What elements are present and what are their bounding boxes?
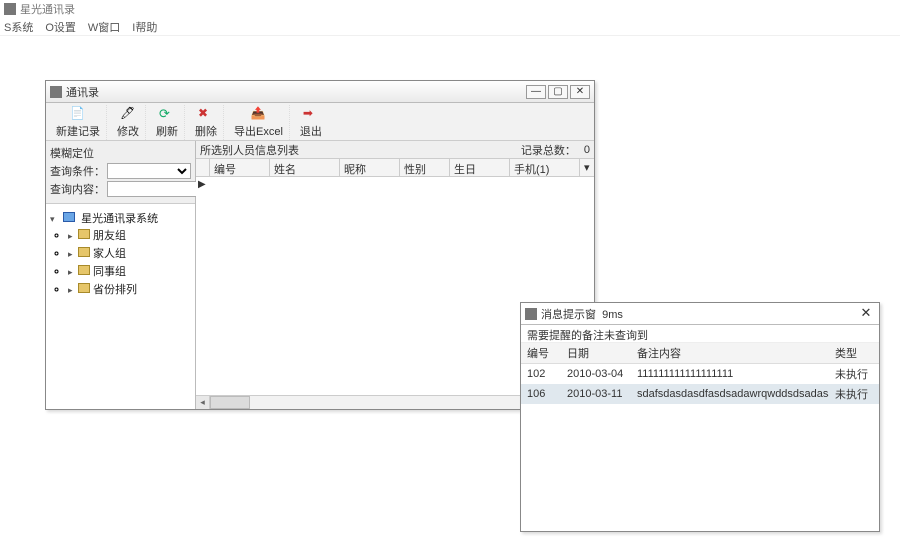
tree-node-family[interactable]: ▸家人组 — [68, 244, 191, 262]
contacts-titlebar[interactable]: 通讯录 — ▢ ✕ — [46, 81, 594, 103]
popup-latency: 9ms — [602, 309, 623, 321]
grid-count-value: 0 — [584, 144, 590, 156]
col-phone[interactable]: 手机(1) — [510, 159, 580, 176]
tree-node-friends[interactable]: ▸朋友组 — [68, 226, 191, 244]
grid-row-pointer-icon: ▶ — [198, 179, 206, 190]
chevron-right-icon[interactable]: ▸ — [68, 231, 78, 242]
popup-subtitle: 需要提醒的备注未查询到 — [521, 325, 879, 343]
refresh-button[interactable]: 刷新 — [150, 105, 185, 140]
popup-col-note[interactable]: 备注内容 — [631, 343, 829, 364]
delete-icon — [198, 106, 214, 122]
refresh-icon — [159, 106, 175, 122]
col-id[interactable]: 编号 — [210, 159, 270, 176]
tree-view[interactable]: ▾ 星光通讯录系统 ▸朋友组 ▸家人组 ▸同事组 ▸省份排列 — [46, 204, 195, 409]
delete-button[interactable]: 删除 — [189, 105, 224, 140]
toolbar: 新建记录 修改 刷新 删除 导出Excel 退出 — [46, 103, 594, 141]
chevron-right-icon[interactable]: ▸ — [68, 267, 78, 278]
tree-root-icon — [63, 212, 75, 222]
folder-icon — [78, 229, 90, 239]
popup-col-type[interactable]: 类型 — [829, 343, 879, 364]
table-row[interactable]: 106 2010-03-11 sdafsdasdasdfasdsadawrqwd… — [521, 384, 879, 404]
grid-columns: 编号 姓名 昵称 性别 生日 手机(1) ▾ — [196, 159, 594, 177]
chevron-down-icon[interactable]: ▾ — [50, 214, 60, 225]
export-icon — [250, 106, 266, 122]
chevron-right-icon[interactable]: ▸ — [68, 285, 78, 296]
col-birth[interactable]: 生日 — [450, 159, 510, 176]
popup-title: 消息提示窗 — [541, 309, 596, 321]
tree-root-node[interactable]: ▾ 星光通讯录系统 ▸朋友组 ▸家人组 ▸同事组 ▸省份排列 — [50, 210, 191, 298]
exit-button[interactable]: 退出 — [294, 105, 328, 140]
table-row[interactable]: 102 2010-03-04 111111111111111111 未执行 — [521, 364, 879, 385]
contacts-window: 通讯录 — ▢ ✕ 新建记录 修改 刷新 删除 导出Excel — [45, 80, 595, 410]
new-record-label: 新建记录 — [56, 123, 100, 139]
menubar: S系统 O设置 W窗口 I帮助 — [0, 18, 900, 36]
edit-label: 修改 — [117, 123, 139, 139]
export-button[interactable]: 导出Excel — [228, 105, 290, 140]
menu-settings[interactable]: O设置 — [45, 19, 76, 35]
col-name[interactable]: 姓名 — [270, 159, 340, 176]
close-button[interactable]: ✕ — [859, 306, 873, 320]
folder-icon — [78, 265, 90, 275]
col-gender[interactable]: 性别 — [400, 159, 450, 176]
popup-titlebar[interactable]: 消息提示窗 9ms ✕ — [521, 303, 879, 325]
grid-header-label: 所选别人员信息列表 — [200, 142, 299, 158]
chevron-right-icon[interactable]: ▸ — [68, 249, 78, 260]
app-titlebar: 星光通讯录 — [0, 0, 900, 18]
fuzzy-locate-label: 模糊定位 — [50, 145, 94, 161]
popup-table-header: 编号 日期 备注内容 类型 — [521, 343, 879, 364]
tree-node-colleagues[interactable]: ▸同事组 — [68, 262, 191, 280]
popup-col-id[interactable]: 编号 — [521, 343, 561, 364]
popup-table: 编号 日期 备注内容 类型 102 2010-03-04 11111111111… — [521, 343, 879, 404]
menu-window[interactable]: W窗口 — [88, 19, 120, 35]
grid-count-label: 记录总数： — [521, 142, 576, 158]
popup-title-icon — [525, 308, 537, 320]
scroll-thumb[interactable] — [210, 396, 250, 409]
maximize-button[interactable]: ▢ — [548, 85, 568, 99]
search-panel: 模糊定位 查询条件： 查询内容： — [46, 141, 195, 204]
new-record-button[interactable]: 新建记录 — [50, 105, 107, 140]
search-term-label: 查询内容： — [50, 181, 105, 197]
scroll-left-icon[interactable]: ◂ — [196, 396, 210, 409]
popup-window: 消息提示窗 9ms ✕ 需要提醒的备注未查询到 编号 日期 备注内容 类型 10… — [520, 302, 880, 532]
search-condition-select[interactable] — [107, 163, 191, 179]
edit-icon — [120, 106, 136, 122]
edit-button[interactable]: 修改 — [111, 105, 146, 140]
tree-node-province[interactable]: ▸省份排列 — [68, 280, 191, 298]
contacts-title: 通讯录 — [66, 84, 522, 100]
exit-icon — [303, 106, 319, 122]
grid-header: 所选别人员信息列表 记录总数： 0 — [196, 141, 594, 159]
tree-root-label: 星光通讯录系统 — [81, 213, 158, 225]
menu-help[interactable]: I帮助 — [132, 19, 157, 35]
search-condition-label: 查询条件： — [50, 163, 105, 179]
col-nick[interactable]: 昵称 — [340, 159, 400, 176]
col-more[interactable]: ▾ — [580, 159, 594, 176]
close-button[interactable]: ✕ — [570, 85, 590, 99]
app-icon — [4, 3, 16, 15]
left-pane: 模糊定位 查询条件： 查询内容： ▾ 星光通讯录系统 — [46, 141, 196, 409]
menu-system[interactable]: S系统 — [4, 19, 33, 35]
folder-icon — [78, 283, 90, 293]
popup-col-date[interactable]: 日期 — [561, 343, 631, 364]
export-label: 导出Excel — [234, 123, 283, 139]
refresh-label: 刷新 — [156, 123, 178, 139]
exit-label: 退出 — [300, 123, 322, 139]
new-record-icon — [70, 106, 86, 122]
contacts-title-icon — [50, 86, 62, 98]
delete-label: 删除 — [195, 123, 217, 139]
folder-icon — [78, 247, 90, 257]
app-title: 星光通讯录 — [20, 1, 75, 17]
minimize-button[interactable]: — — [526, 85, 546, 99]
